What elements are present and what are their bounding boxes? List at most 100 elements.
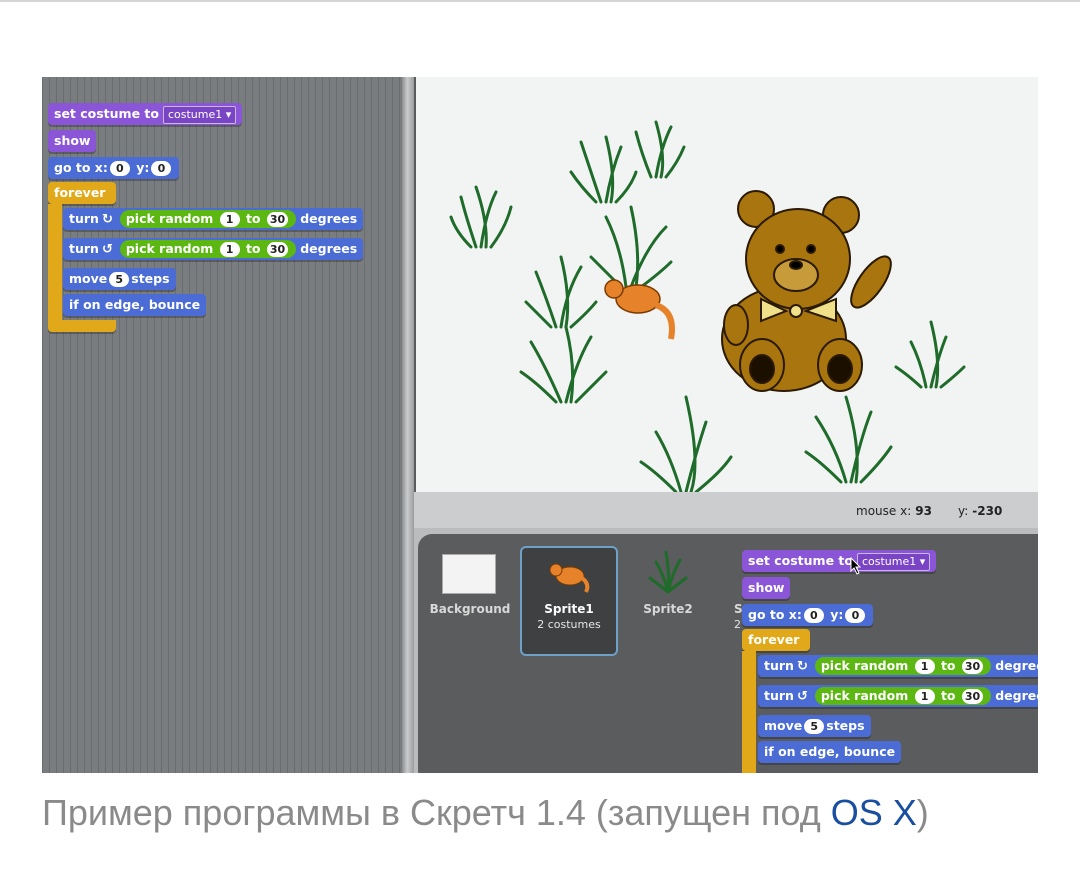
pick-random-label: pick random bbox=[125, 241, 214, 256]
random-from-input[interactable]: 1 bbox=[914, 689, 935, 704]
show-block[interactable]: show bbox=[48, 130, 97, 152]
bounce-label: if on edge, bounce bbox=[69, 297, 201, 312]
sprite-list-area: Background Sprite1 2 costumes Sprite2 S … bbox=[414, 528, 1038, 773]
forever-left-bar bbox=[742, 651, 756, 773]
forever-block[interactable]: forever bbox=[742, 629, 810, 651]
degrees-label: degrees bbox=[300, 211, 358, 226]
sprite2-name: Sprite2 bbox=[643, 602, 693, 616]
move-steps-block[interactable]: move 5 steps bbox=[758, 715, 871, 737]
go-to-y-input[interactable]: 0 bbox=[845, 608, 866, 623]
go-to-y-label: y: bbox=[830, 607, 844, 622]
forever-block[interactable]: forever bbox=[48, 182, 116, 204]
go-to-y-input[interactable]: 0 bbox=[151, 161, 172, 176]
show-label: show bbox=[748, 580, 785, 595]
go-to-block[interactable]: go to x: 0 y: 0 bbox=[48, 157, 180, 179]
move-label: move bbox=[69, 271, 108, 286]
bounce-block[interactable]: if on edge, bounce bbox=[758, 741, 902, 763]
set-costume-label: set costume to bbox=[748, 553, 853, 568]
turn-label: turn bbox=[69, 241, 99, 256]
show-label: show bbox=[54, 133, 91, 148]
turn-right-block[interactable]: turn↻pick random 1 to 30degrees bbox=[63, 208, 364, 230]
costume-dropdown[interactable]: costume1 bbox=[856, 552, 931, 571]
go-to-x-input[interactable]: 0 bbox=[109, 161, 130, 176]
random-to-label: to bbox=[245, 211, 261, 226]
stage-info-bar: mouse x: 93 y: -230 bbox=[414, 492, 1038, 528]
background-thumbnail[interactable] bbox=[442, 554, 496, 594]
show-block[interactable]: show bbox=[742, 577, 791, 599]
stage-scene bbox=[449, 120, 966, 492]
go-to-label: go to x: bbox=[54, 160, 108, 175]
sprite-background[interactable]: Background bbox=[428, 602, 512, 616]
pick-random-block[interactable]: pick random 1 to 30 bbox=[119, 240, 297, 258]
grass-thumbnail-icon bbox=[648, 550, 688, 594]
go-to-block[interactable]: go to x: 0 y: 0 bbox=[742, 604, 874, 626]
pane-divider[interactable] bbox=[402, 77, 414, 773]
move-steps-input[interactable]: 5 bbox=[804, 719, 825, 734]
mouse-y-value: -230 bbox=[972, 504, 1003, 518]
pick-random-label: pick random bbox=[820, 658, 909, 673]
forever-bottom-bar bbox=[48, 320, 116, 332]
move-steps-block[interactable]: move 5 steps bbox=[63, 268, 176, 290]
random-to-label: to bbox=[940, 688, 956, 703]
random-from-input[interactable]: 1 bbox=[219, 242, 240, 257]
forever-label: forever bbox=[54, 185, 106, 200]
move-label: move bbox=[764, 718, 803, 733]
set-costume-block[interactable]: set costume to costume1 bbox=[48, 103, 243, 125]
os-x-link[interactable]: OS X bbox=[831, 792, 917, 833]
sprite1-squirrel bbox=[604, 279, 675, 340]
degrees-label: degrees bbox=[995, 658, 1038, 673]
scripts-area[interactable]: set costume tocostume1 show go to x:0 y:… bbox=[42, 77, 402, 773]
top-divider bbox=[0, 0, 1080, 2]
move-steps-input[interactable]: 5 bbox=[109, 272, 130, 287]
rotate-clockwise-icon: ↻ bbox=[101, 212, 113, 227]
random-to-input[interactable]: 30 bbox=[266, 212, 289, 227]
steps-label: steps bbox=[826, 718, 865, 733]
bounce-block[interactable]: if on edge, bounce bbox=[63, 294, 207, 316]
sprite1-costumes: 2 costumes bbox=[537, 618, 601, 631]
bounce-label: if on edge, bounce bbox=[764, 744, 896, 759]
rotate-clockwise-icon: ↻ bbox=[796, 659, 808, 674]
turn-label: turn bbox=[764, 688, 794, 703]
turn-label: turn bbox=[764, 658, 794, 673]
stage[interactable] bbox=[416, 77, 1038, 492]
turn-right-block[interactable]: turn↻pick random 1 to 30degrees bbox=[758, 655, 1038, 677]
mouse-x-value: 93 bbox=[915, 504, 932, 518]
random-to-label: to bbox=[940, 658, 956, 673]
pick-random-label: pick random bbox=[125, 211, 214, 226]
set-costume-block[interactable]: set costume to costume1 bbox=[742, 550, 937, 572]
turn-label: turn bbox=[69, 211, 99, 226]
rotate-counterclockwise-icon: ↺ bbox=[101, 242, 113, 257]
sprite2-item[interactable]: Sprite2 bbox=[628, 602, 708, 616]
grass-icon bbox=[449, 120, 966, 492]
random-from-input[interactable]: 1 bbox=[219, 212, 240, 227]
background-name: Background bbox=[429, 602, 511, 616]
go-to-label: go to x: bbox=[748, 607, 802, 622]
random-to-input[interactable]: 30 bbox=[961, 659, 984, 674]
random-to-label: to bbox=[245, 241, 261, 256]
steps-label: steps bbox=[131, 271, 170, 286]
costume-dropdown[interactable]: costume1 bbox=[162, 105, 237, 124]
forever-label: forever bbox=[748, 632, 800, 647]
scratch-screenshot: set costume tocostume1 show go to x:0 y:… bbox=[42, 77, 1038, 773]
pick-random-block[interactable]: pick random 1 to 30 bbox=[814, 687, 992, 705]
turn-left-block[interactable]: turn↺pick random 1 to 30degrees bbox=[758, 685, 1038, 707]
set-costume-label: set costume to bbox=[54, 106, 159, 121]
squirrel-thumbnail-icon bbox=[549, 563, 590, 593]
sprite1-name: Sprite1 bbox=[544, 602, 594, 616]
random-to-input[interactable]: 30 bbox=[266, 242, 289, 257]
random-to-input[interactable]: 30 bbox=[961, 689, 984, 704]
pick-random-block[interactable]: pick random 1 to 30 bbox=[814, 657, 992, 675]
caption-end: ) bbox=[916, 792, 929, 833]
forever-left-bar bbox=[48, 204, 62, 327]
sprite-list-panel: Background Sprite1 2 costumes Sprite2 S … bbox=[418, 534, 1038, 773]
go-to-x-input[interactable]: 0 bbox=[803, 608, 824, 623]
pick-random-label: pick random bbox=[820, 688, 909, 703]
degrees-label: degrees bbox=[300, 241, 358, 256]
sprite1-item[interactable]: Sprite1 2 costumes bbox=[520, 602, 618, 631]
pick-random-block[interactable]: pick random 1 to 30 bbox=[119, 210, 297, 228]
mouse-x-label: mouse x: bbox=[856, 504, 912, 518]
turn-left-block[interactable]: turn↺pick random 1 to 30degrees bbox=[63, 238, 364, 260]
random-from-input[interactable]: 1 bbox=[914, 659, 935, 674]
degrees-label: degrees bbox=[995, 688, 1038, 703]
mouse-y-readout: y: -230 bbox=[958, 504, 1002, 518]
